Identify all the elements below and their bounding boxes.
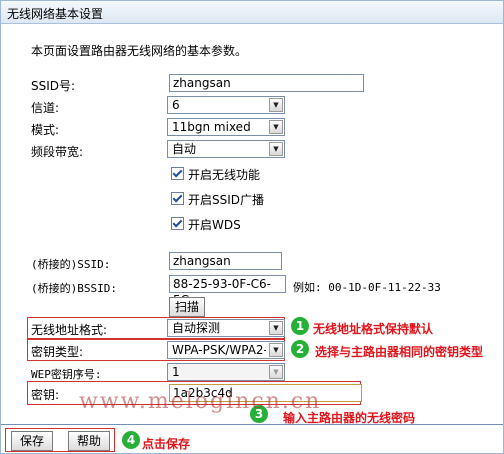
checkbox-checked-icon[interactable] bbox=[171, 167, 184, 180]
address-format-label: 无线地址格式: bbox=[31, 323, 108, 337]
bssid-example-text: 例如: 00-1D-0F-11-22-33 bbox=[293, 281, 441, 294]
wep-index-label: WEP密钥序号: bbox=[31, 368, 102, 381]
wep-index-select[interactable]: 1 ▼ bbox=[167, 363, 285, 381]
help-button-label: 帮助 bbox=[76, 434, 101, 448]
chevron-down-icon[interactable]: ▼ bbox=[269, 365, 283, 379]
annotation-step-1: 无线地址格式保持默认 bbox=[313, 322, 434, 336]
scan-button-label: 扫描 bbox=[174, 300, 199, 314]
enable-wireless-checkbox[interactable]: 开启无线功能 bbox=[171, 166, 260, 183]
enable-ssid-broadcast-label: 开启SSID广播 bbox=[188, 193, 265, 207]
mode-value: 11bgn mixed bbox=[172, 120, 251, 134]
bandwidth-value: 自动 bbox=[172, 142, 197, 156]
key-type-select[interactable]: WPA-PSK/WPA2- ▼ bbox=[167, 341, 285, 359]
settings-panel: 无线网络基本设置 本页面设置路由器无线网络的基本参数。 SSID号: zhang… bbox=[0, 0, 504, 454]
key-label: 密钥: bbox=[31, 388, 60, 402]
ssid-input[interactable]: zhangsan bbox=[169, 74, 364, 92]
step-badge-2: 2 bbox=[291, 340, 309, 358]
bridge-bssid-input[interactable]: 88-25-93-0F-C6-5C bbox=[169, 275, 286, 307]
help-button[interactable]: 帮助 bbox=[68, 431, 110, 451]
enable-wds-checkbox[interactable]: 开启WDS bbox=[171, 216, 241, 233]
bridge-ssid-label: (桥接的)SSID: bbox=[31, 258, 111, 271]
key-type-value: WPA-PSK/WPA2- bbox=[172, 343, 266, 357]
key-type-label: 密钥类型: bbox=[31, 345, 84, 359]
checkbox-checked-icon[interactable] bbox=[171, 217, 184, 230]
mode-label: 模式: bbox=[31, 123, 60, 137]
wep-index-value: 1 bbox=[172, 365, 180, 379]
address-format-select[interactable]: 自动探测 ▼ bbox=[167, 319, 285, 337]
scan-button[interactable]: 扫描 bbox=[169, 297, 205, 317]
intro-text: 本页面设置路由器无线网络的基本参数。 bbox=[31, 44, 248, 58]
chevron-down-icon[interactable]: ▼ bbox=[269, 321, 283, 335]
mode-select[interactable]: 11bgn mixed ▼ bbox=[167, 118, 285, 136]
enable-ssid-broadcast-checkbox[interactable]: 开启SSID广播 bbox=[171, 191, 264, 208]
annotation-step-4: 点击保存 bbox=[142, 437, 191, 451]
bridge-ssid-input[interactable]: zhangsan bbox=[169, 252, 282, 270]
ssid-label: SSID号: bbox=[31, 79, 76, 93]
step-badge-1: 1 bbox=[291, 317, 309, 335]
channel-value: 6 bbox=[172, 98, 180, 112]
chevron-down-icon[interactable]: ▼ bbox=[269, 343, 283, 357]
address-format-value: 自动探测 bbox=[172, 321, 221, 335]
bandwidth-label: 频段带宽: bbox=[31, 145, 84, 159]
checkbox-checked-icon[interactable] bbox=[171, 192, 184, 205]
annotation-step-2: 选择与主路由器相同的密钥类型 bbox=[315, 345, 484, 359]
watermark-text: www.melogincn.cn bbox=[79, 389, 322, 414]
channel-select[interactable]: 6 ▼ bbox=[167, 96, 285, 114]
save-button[interactable]: 保存 bbox=[11, 431, 53, 451]
chevron-down-icon[interactable]: ▼ bbox=[269, 120, 283, 134]
enable-wireless-label: 开启无线功能 bbox=[188, 168, 261, 182]
settings-body: 本页面设置路由器无线网络的基本参数。 SSID号: zhangsan 信道: 6… bbox=[1, 24, 503, 425]
bridge-bssid-label: (桥接的)BSSID: bbox=[31, 282, 117, 295]
page-title: 无线网络基本设置 bbox=[7, 7, 104, 21]
channel-label: 信道: bbox=[31, 101, 60, 115]
enable-wds-label: 开启WDS bbox=[188, 218, 241, 232]
chevron-down-icon[interactable]: ▼ bbox=[269, 142, 283, 156]
panel-title-bar: 无线网络基本设置 bbox=[1, 1, 503, 24]
bandwidth-select[interactable]: 自动 ▼ bbox=[167, 140, 285, 158]
save-button-label: 保存 bbox=[19, 434, 44, 448]
chevron-down-icon[interactable]: ▼ bbox=[269, 98, 283, 112]
step-badge-4: 4 bbox=[122, 431, 140, 449]
